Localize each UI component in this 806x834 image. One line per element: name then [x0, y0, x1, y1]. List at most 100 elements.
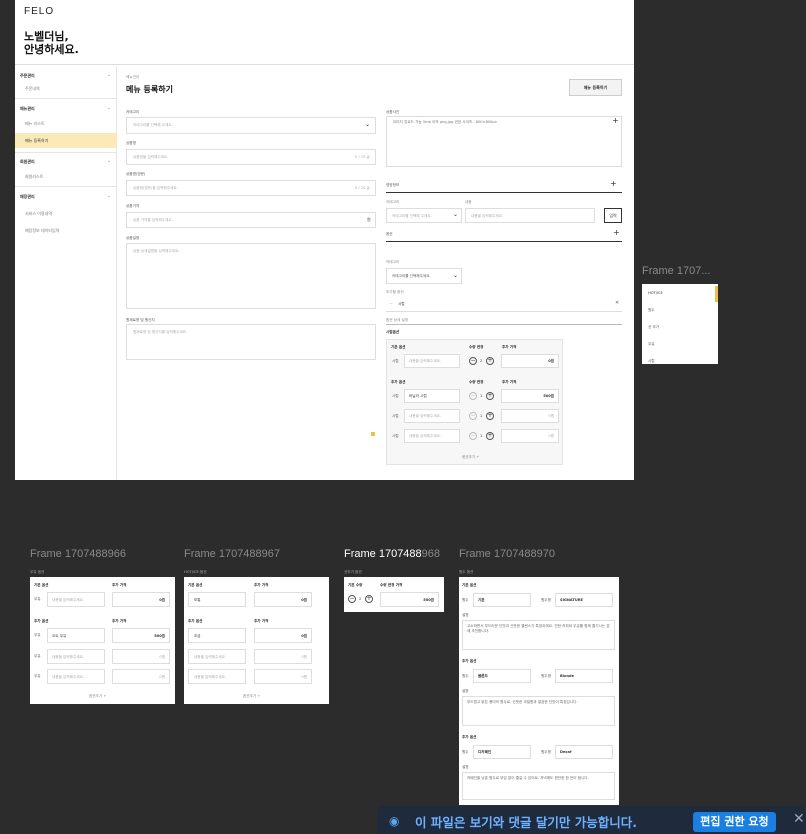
bean-name-input[interactable]: SIGNATURE	[555, 593, 613, 607]
bean-label: 원두	[462, 750, 469, 754]
chevron-down-icon[interactable]: ⌄	[107, 105, 111, 111]
desc-textarea[interactable]: 부드럽고 밝은 풍미의 원두로, 산뜻한 과일향과 깔끔한 단맛이 특징입니다.	[462, 696, 615, 726]
bean-name-input[interactable]: Blonde	[555, 669, 613, 683]
desc-label: 설명	[462, 689, 469, 693]
row-input[interactable]: 조금	[188, 628, 246, 643]
register-menu-button[interactable]: 메뉴 등록하기	[569, 79, 622, 96]
add-row-value: 바닐라 시럽	[409, 394, 427, 398]
sidebar-item-menu-list[interactable]: 메뉴 리스트	[25, 121, 45, 127]
sidebar-group-orders[interactable]: 주문관리	[20, 73, 35, 79]
frame-title-a: Frame 1707488	[344, 548, 422, 560]
plus-icon[interactable]: +	[612, 117, 619, 125]
row-input[interactable]: 내용을 입력해주세요.	[47, 649, 105, 664]
minus-icon[interactable]: −	[469, 357, 477, 365]
sidebar-item-menu-register[interactable]: 메뉴 등록하기	[25, 138, 48, 144]
row-price[interactable]: 0원	[112, 649, 170, 664]
category-select[interactable]: 카테고리를 선택해 주세요. ⌄	[126, 117, 376, 134]
nutrition-label: 영양정보	[386, 183, 400, 187]
row-input[interactable]: 내용을 입력해주세요.	[47, 669, 105, 684]
scroll-indicator[interactable]	[715, 286, 718, 302]
minus-icon[interactable]: −	[469, 392, 477, 400]
add-row-input[interactable]: 내용을 입력해주세요.	[404, 429, 460, 443]
nutrition-input-button[interactable]: 입력	[604, 208, 622, 223]
row-price[interactable]: 0원	[254, 669, 312, 684]
dash-icon: —	[389, 301, 393, 305]
description-textarea[interactable]: 상품 상세설명을 입력해주세요.	[126, 243, 376, 309]
row-input[interactable]: 내용을 입력해주세요.	[188, 669, 246, 684]
desc-textarea[interactable]: 카페인을 낮춘 원두로 부담 없이 즐길 수 있어요. 저녁에도 편안한 한 잔…	[462, 772, 615, 800]
dropdown-item[interactable]: 우유	[648, 342, 655, 347]
row-input[interactable]: 보통	[188, 592, 246, 607]
price-input[interactable]: 상품 가격을 입력해주세요. 원	[126, 212, 376, 228]
chevron-down-icon[interactable]: ⌄	[107, 193, 111, 199]
row-price[interactable]: 500원	[112, 628, 170, 643]
origin-textarea[interactable]: 원재료명 및 원산지를 입력해주세요.	[126, 324, 376, 360]
request-edit-button[interactable]: 편집 권한 요청	[693, 812, 776, 832]
close-icon[interactable]: ✕	[793, 811, 805, 827]
row-input[interactable]: 오트 우유	[47, 628, 105, 643]
bean-input[interactable]: 기본	[473, 593, 531, 607]
add-row-price[interactable]: 0원	[501, 409, 559, 423]
shot-price[interactable]: 500원	[380, 592, 439, 607]
add-row-price[interactable]: 0원	[501, 429, 559, 443]
row-input[interactable]: 내용을 입력해주세요.	[188, 649, 246, 664]
frame-title: Frame 1707488966	[30, 548, 127, 560]
name-input[interactable]: 상품명을 입력해주세요. 0 / 10 글	[126, 149, 376, 165]
nutrition-category-select[interactable]: 카테고리를 선택해 주세요. ⌄	[386, 208, 462, 223]
plus-circle-icon[interactable]: +	[486, 412, 494, 420]
base-row-input[interactable]: 내용을 입력해주세요.	[404, 354, 460, 368]
add-option-button[interactable]: 옵션추가 +	[462, 455, 479, 460]
plus-icon[interactable]: +	[613, 229, 620, 237]
chevron-down-icon[interactable]: ⌄	[107, 158, 111, 164]
option-category-select[interactable]: 카테고리를 선택해주세요. ⌄	[386, 268, 462, 284]
add-option-button[interactable]: 옵션추가 +	[89, 694, 106, 699]
add-row-input[interactable]: 내용을 입력해주세요.	[404, 409, 460, 423]
option-chip[interactable]: 시럽	[398, 302, 405, 307]
plus-circle-icon[interactable]: +	[486, 392, 494, 400]
minus-icon[interactable]: −	[348, 595, 356, 603]
row-price-value: 0원	[159, 675, 165, 679]
add-row-input[interactable]: 바닐라 시럽	[404, 389, 460, 403]
sidebar-item-service-history[interactable]: 서비스 이용내역	[25, 211, 52, 217]
minus-icon[interactable]: −	[469, 432, 477, 440]
dropdown-item[interactable]: HOT/ICE	[648, 291, 663, 295]
view-only-notice: ◉ 이 파일은 보기와 댓글 달기만 가능합니다. 편집 권한 요청 ✕	[377, 806, 806, 834]
add-option-button[interactable]: 옵션추가 +	[243, 694, 260, 699]
sidebar-group-menu[interactable]: 메뉴관리	[20, 106, 35, 112]
minus-icon[interactable]: −	[469, 412, 477, 420]
plus-icon[interactable]: +	[610, 180, 617, 188]
row-input[interactable]: 내용을 입력해주세요.	[47, 592, 105, 607]
row-value: 내용을 입력해주세요.	[194, 655, 227, 659]
row-price[interactable]: 0원	[254, 592, 312, 607]
dropdown-item[interactable]: 원두	[648, 308, 655, 313]
row-price[interactable]: 0원	[112, 592, 170, 607]
plus-circle-icon[interactable]: +	[365, 595, 373, 603]
nutrition-value-input[interactable]: 내용을 입력해주세요.	[465, 208, 595, 223]
sidebar-item-store-data[interactable]: 매장정보 데이터입력	[25, 228, 59, 234]
name-en-input[interactable]: 상품명(영문)을 입력해주세요. 0 / 20 글	[126, 180, 376, 196]
sidebar-item-orders[interactable]: 주문내역	[25, 86, 40, 92]
close-icon[interactable]: ✕	[615, 300, 619, 306]
sidebar: 주문관리 ⌄ 주문내역 메뉴관리 ⌄ 메뉴 리스트 메뉴 등록하기 회원관리 ⌄…	[15, 66, 117, 480]
base-row-price[interactable]: 0원	[501, 354, 559, 368]
row-price[interactable]: 0원	[254, 628, 312, 643]
dropdown-item[interactable]: 시럽	[648, 359, 655, 364]
sidebar-item-member-list[interactable]: 회원리스트	[25, 174, 43, 180]
plus-circle-icon[interactable]: +	[486, 432, 494, 440]
frame-header: 샷추가 옵션	[344, 570, 362, 574]
bean-name-input[interactable]: Decaf	[555, 745, 613, 759]
add-row-price[interactable]: 500원	[501, 389, 559, 403]
sidebar-group-store[interactable]: 매장관리	[20, 194, 35, 200]
sidebar-group-members[interactable]: 회원관리	[20, 159, 35, 165]
bean-label: 원두	[462, 598, 469, 602]
image-upload[interactable]: 이미지 업로드 가능 5mb 이하 png,jpg 권장 사이즈 : 800×8…	[386, 116, 622, 167]
dropdown-item[interactable]: 샷 추가	[648, 325, 659, 330]
desc-textarea[interactable]: 고소하면서 부드러운 단맛과 산뜻한 밸런스가 특징이에요. 진한 커피와 우유…	[462, 620, 615, 650]
bean-input[interactable]: 디카페인	[473, 745, 531, 759]
bean-input[interactable]: 블론드	[473, 669, 531, 683]
add-row-price-value: 0원	[548, 414, 554, 418]
row-price[interactable]: 0원	[254, 649, 312, 664]
plus-circle-icon[interactable]: +	[486, 357, 494, 365]
row-price[interactable]: 0원	[112, 669, 170, 684]
chevron-down-icon[interactable]: ⌄	[107, 72, 111, 78]
